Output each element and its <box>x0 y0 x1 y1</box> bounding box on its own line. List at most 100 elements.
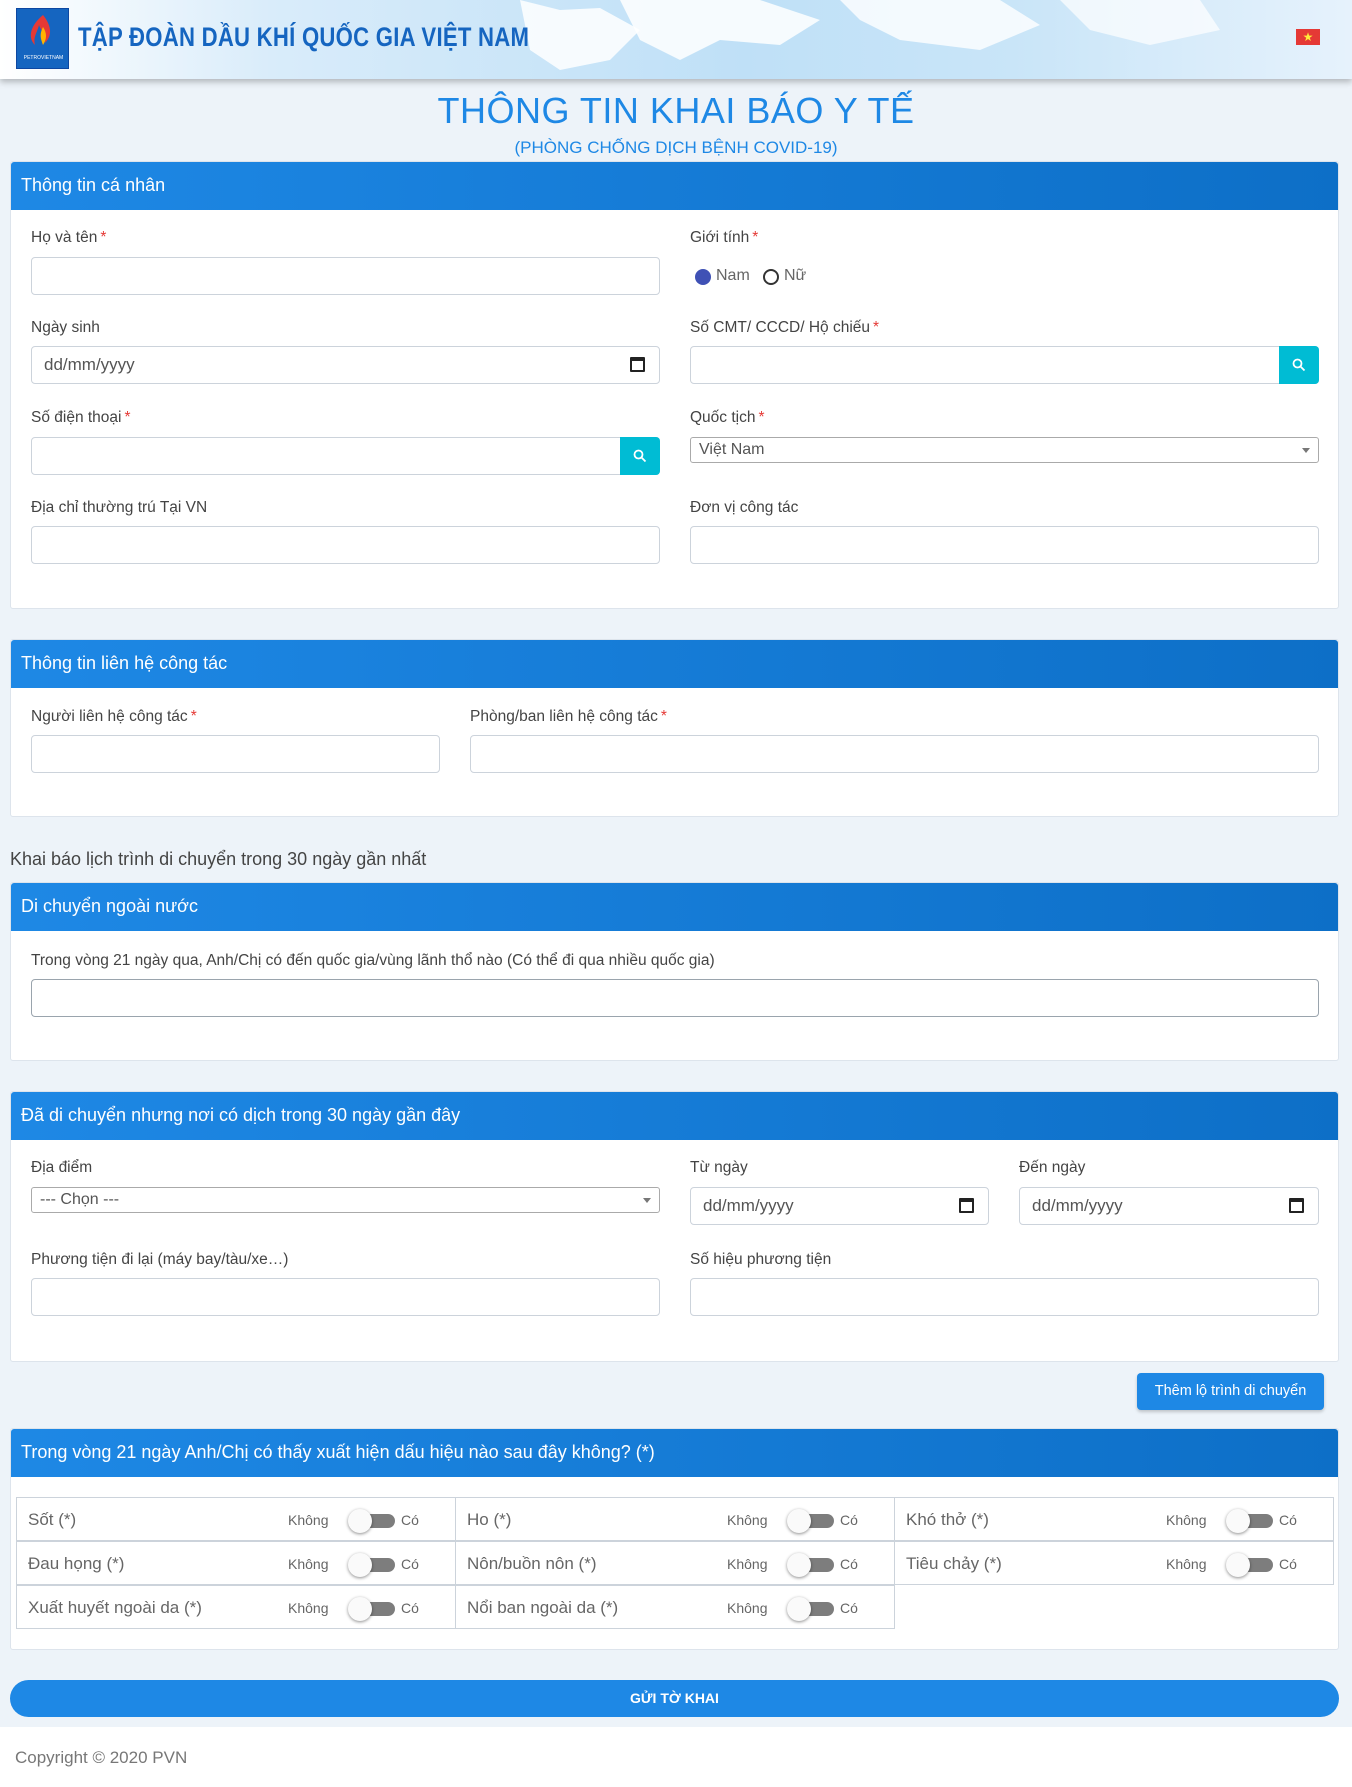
site-header: PETROVIETNAM TẬP ĐOÀN DẦU KHÍ QUỐC GIA V… <box>0 0 1352 79</box>
card-heading: Trong vòng 21 ngày Anh/Chị có thấy xuất … <box>11 1429 1338 1477</box>
id-label: Số CMT/ CCCD/ Hộ chiếu * <box>690 319 880 336</box>
symptom-toggle[interactable] <box>787 1597 834 1621</box>
dob-label: Ngày sinh <box>31 319 100 336</box>
dob-date-input[interactable]: dd/mm/yyyy <box>31 346 660 384</box>
petrovietnam-logo[interactable]: PETROVIETNAM <box>16 8 69 69</box>
chevron-down-icon <box>643 1198 651 1203</box>
calendar-icon[interactable] <box>630 357 645 372</box>
contact-person-input[interactable] <box>31 735 440 773</box>
vehicle-input[interactable] <box>31 1278 660 1316</box>
abroad-travel-card: Di chuyển ngoài nước Trong vòng 21 ngày … <box>10 882 1339 1061</box>
place-select[interactable]: --- Chọn --- <box>31 1187 660 1213</box>
symptom-row-diarrhea: Tiêu chảy (*) Không Có <box>894 1541 1334 1585</box>
card-heading: Đã di chuyển nhưng nơi có dịch trong 30 … <box>11 1092 1338 1140</box>
toggle-knob <box>1226 1553 1250 1577</box>
address-input[interactable] <box>31 526 660 564</box>
vietnam-flag-icon[interactable]: ★ <box>1296 29 1320 45</box>
no-label: Không <box>727 1512 768 1528</box>
symptom-row-skin-bleeding: Xuất huyết ngoài da (*) Không Có <box>16 1585 456 1629</box>
gender-female-radio[interactable] <box>763 269 779 285</box>
contact-person-label: Người liên hệ công tác * <box>31 708 197 725</box>
place-label: Địa điểm <box>31 1159 93 1176</box>
nationality-select[interactable]: Việt Nam <box>690 437 1319 463</box>
vehicle-number-input[interactable] <box>690 1278 1319 1316</box>
no-label: Không <box>288 1512 329 1528</box>
workplace-label: Đơn vị công tác <box>690 499 799 516</box>
symptom-row-cough: Ho (*) Không Có <box>455 1497 895 1541</box>
symptom-toggle[interactable] <box>787 1553 834 1577</box>
symptom-name: Khó thở (*) <box>906 1510 989 1529</box>
yes-label: Có <box>840 1556 858 1572</box>
name-input[interactable] <box>31 257 660 295</box>
card-heading: Di chuyển ngoài nước <box>11 883 1338 931</box>
phone-label: Số điện thoại * <box>31 409 131 426</box>
no-label: Không <box>1166 1512 1207 1528</box>
svg-text:PETROVIETNAM: PETROVIETNAM <box>24 55 63 61</box>
symptom-toggle[interactable] <box>348 1597 395 1621</box>
symptom-row-breathing: Khó thở (*) Không Có <box>894 1497 1334 1541</box>
symptoms-card: Trong vòng 21 ngày Anh/Chị có thấy xuất … <box>10 1428 1339 1650</box>
no-label: Không <box>288 1556 329 1572</box>
yes-label: Có <box>401 1556 419 1572</box>
calendar-icon[interactable] <box>1289 1198 1304 1213</box>
symptom-toggle[interactable] <box>348 1509 395 1533</box>
vehicle-number-label: Số hiệu phương tiện <box>690 1251 832 1268</box>
abroad-question-label: Trong vòng 21 ngày qua, Anh/Chị có đến q… <box>31 952 715 969</box>
nationality-label: Quốc tịch * <box>690 409 765 426</box>
no-label: Không <box>288 1600 329 1616</box>
calendar-icon[interactable] <box>959 1198 974 1213</box>
symptom-row-fever: Sốt (*) Không Có <box>16 1497 456 1541</box>
symptom-name: Sốt (*) <box>28 1510 77 1529</box>
from-date-label: Từ ngày <box>690 1159 748 1176</box>
symptom-toggle[interactable] <box>348 1553 395 1577</box>
add-route-button[interactable]: Thêm lộ trình di chuyển <box>1137 1373 1324 1410</box>
to-date-placeholder: dd/mm/yyyy <box>1032 1196 1123 1215</box>
to-date-label: Đến ngày <box>1019 1159 1086 1176</box>
place-value: --- Chọn --- <box>40 1191 120 1208</box>
gender-female-label[interactable]: Nữ <box>784 267 806 285</box>
submit-declaration-button[interactable]: GỬI TỜ KHAI <box>10 1680 1339 1717</box>
yes-label: Có <box>840 1512 858 1528</box>
to-date-input[interactable]: dd/mm/yyyy <box>1019 1187 1319 1225</box>
yes-label: Có <box>1279 1556 1297 1572</box>
page-title: THÔNG TIN KHAI BÁO Y TẾ <box>437 90 915 131</box>
symptom-name: Tiêu chảy (*) <box>906 1554 1002 1573</box>
name-label: Họ và tên * <box>31 229 107 246</box>
yes-label: Có <box>401 1600 419 1616</box>
from-date-input[interactable]: dd/mm/yyyy <box>690 1187 989 1225</box>
symptom-name: Xuất huyết ngoài da (*) <box>28 1598 202 1617</box>
no-label: Không <box>1166 1556 1207 1572</box>
id-search-button[interactable] <box>1279 346 1319 384</box>
id-input[interactable] <box>690 346 1319 384</box>
phone-input[interactable] <box>31 437 660 475</box>
abroad-countries-input[interactable] <box>31 979 1319 1017</box>
symptom-row-nausea: Nôn/buồn nôn (*) Không Có <box>455 1541 895 1585</box>
flame-logo-icon: PETROVIETNAM <box>24 15 63 61</box>
contact-dept-label: Phòng/ban liên hệ công tác * <box>470 708 667 725</box>
workplace-input[interactable] <box>690 526 1319 564</box>
work-contact-card: Thông tin liên hệ công tác Người liên hệ… <box>10 639 1339 817</box>
no-label: Không <box>727 1556 768 1572</box>
symptom-row-rash: Nổi ban ngoài da (*) Không Có <box>455 1585 895 1629</box>
chevron-down-icon <box>1302 448 1310 453</box>
search-icon <box>633 449 647 463</box>
card-heading: Thông tin cá nhân <box>11 162 1338 210</box>
gender-male-radio[interactable] <box>695 269 711 285</box>
no-label: Không <box>727 1600 768 1616</box>
epidemic-travel-card: Đã di chuyển nhưng nơi có dịch trong 30 … <box>10 1091 1339 1362</box>
symptom-toggle[interactable] <box>1226 1509 1273 1533</box>
symptom-row-sore-throat: Đau họng (*) Không Có <box>16 1541 456 1585</box>
footer: Copyright © 2020 PVN <box>0 1727 1352 1787</box>
contact-dept-input[interactable] <box>470 735 1319 773</box>
symptom-toggle[interactable] <box>787 1509 834 1533</box>
org-name: TẬP ĐOÀN DẦU KHÍ QUỐC GIA VIỆT NAM <box>78 22 530 52</box>
yes-label: Có <box>840 1600 858 1616</box>
toggle-knob <box>787 1597 811 1621</box>
nationality-value: Việt Nam <box>699 441 765 458</box>
gender-male-label[interactable]: Nam <box>716 267 750 285</box>
phone-search-button[interactable] <box>620 437 660 475</box>
toggle-knob <box>348 1553 372 1577</box>
yes-label: Có <box>401 1512 419 1528</box>
toggle-knob <box>348 1597 372 1621</box>
symptom-toggle[interactable] <box>1226 1553 1273 1577</box>
